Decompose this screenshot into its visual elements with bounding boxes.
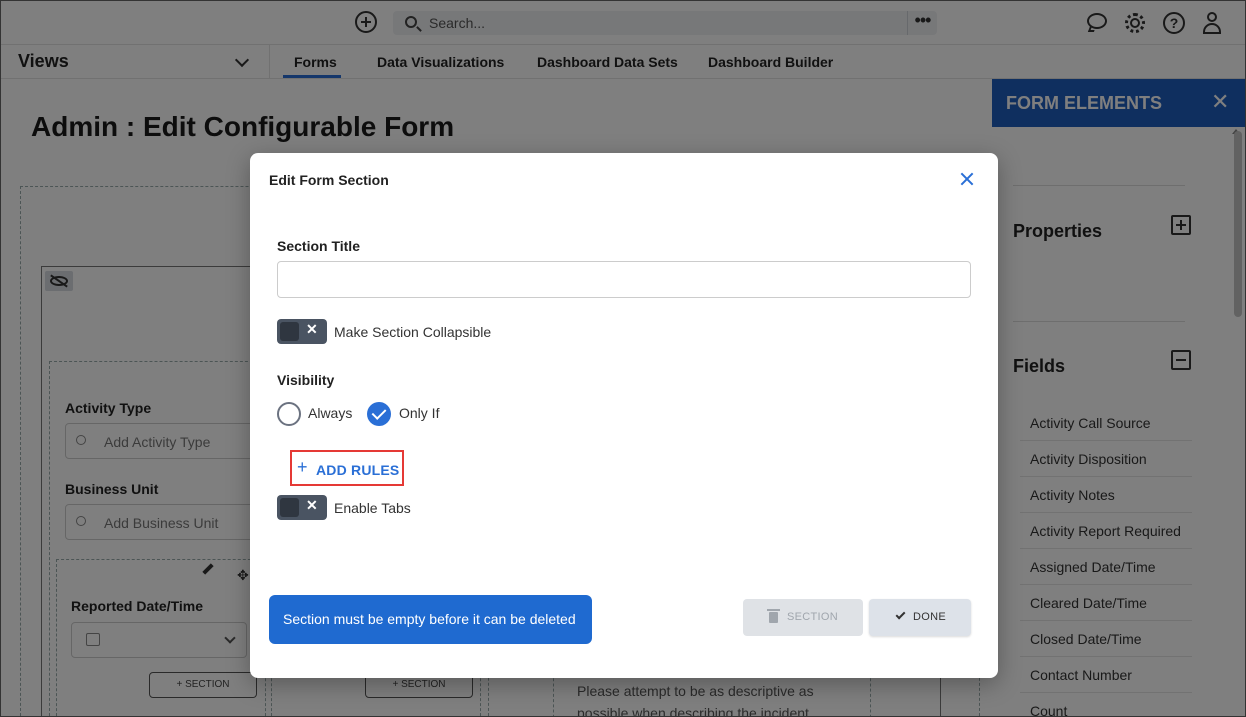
delete-section-label: SECTION bbox=[787, 611, 838, 623]
info-message: Section must be empty before it can be d… bbox=[283, 611, 576, 627]
plus-icon: + bbox=[297, 457, 308, 477]
dialog-title: Edit Form Section bbox=[269, 172, 389, 188]
visibility-always-label[interactable]: Always bbox=[308, 405, 352, 421]
toggle-knob bbox=[280, 498, 299, 517]
collapsible-label: Make Section Collapsible bbox=[334, 324, 492, 340]
info-banner: Section must be empty before it can be d… bbox=[269, 595, 592, 644]
trash-icon bbox=[767, 609, 780, 623]
close-icon: ✕ bbox=[306, 497, 318, 513]
enable-tabs-label: Enable Tabs bbox=[334, 500, 411, 516]
done-button[interactable]: DONE bbox=[869, 599, 971, 636]
add-rules-label: ADD RULES bbox=[316, 462, 400, 478]
toggle-knob bbox=[280, 322, 299, 341]
enable-tabs-toggle[interactable]: ✕ bbox=[277, 495, 327, 520]
visibility-only-if-checkbox[interactable] bbox=[367, 402, 391, 426]
add-rules-button[interactable]: + ADD RULES bbox=[290, 450, 404, 486]
app-window: Search... ••• ? Views Forms Data Visuali… bbox=[0, 0, 1246, 717]
close-icon[interactable] bbox=[957, 169, 977, 189]
visibility-label: Visibility bbox=[277, 372, 335, 388]
delete-section-button[interactable]: SECTION bbox=[743, 599, 863, 636]
collapsible-toggle[interactable]: ✕ bbox=[277, 319, 327, 344]
visibility-only-if-label[interactable]: Only If bbox=[399, 405, 439, 421]
close-icon: ✕ bbox=[306, 321, 318, 337]
section-title-label: Section Title bbox=[277, 238, 360, 254]
section-title-input[interactable] bbox=[277, 261, 971, 298]
done-label: DONE bbox=[913, 611, 946, 623]
visibility-always-radio[interactable] bbox=[277, 402, 301, 426]
edit-form-section-dialog: Edit Form Section Section Title ✕ Make S… bbox=[250, 153, 998, 678]
check-icon bbox=[895, 609, 906, 620]
